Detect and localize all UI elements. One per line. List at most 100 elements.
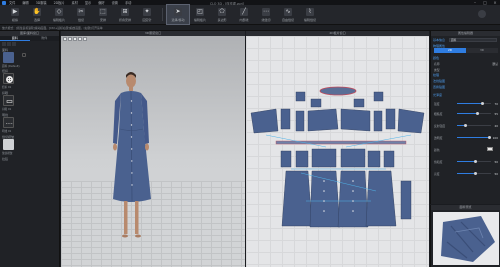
saturation-slider[interactable]	[457, 160, 492, 163]
puckering-caption: 缝纫褶皱	[2, 152, 13, 155]
hint-text: 放大模式：[按住鼠标滚轮]拖动画面，[Ctrl+鼠标右键]缩放画面，[右键]打开…	[2, 26, 103, 30]
topstitch-thumbnail[interactable]	[3, 117, 14, 128]
edit-pattern-icon: ◇	[55, 7, 63, 16]
tool-select-move[interactable]: ➤ 选择/移动	[166, 4, 190, 25]
prop-label: 透明度	[434, 135, 443, 140]
prop-label: 饱和度	[434, 159, 443, 164]
color-swatch[interactable]	[487, 147, 493, 151]
fabric-caption: 面料 (Default)	[2, 65, 20, 68]
tool-edit-pattern[interactable]: ◇ 编辑板片	[48, 5, 70, 24]
copy-icon[interactable]	[7, 42, 11, 46]
tool-sewing[interactable]: ✂ 缝纫	[70, 5, 92, 24]
fabric-thumbnail[interactable]	[3, 52, 14, 63]
line-sew-icon: ⋯	[262, 7, 270, 16]
avatar-with-dress[interactable]	[61, 31, 245, 267]
simulate-icon: ▶	[11, 7, 19, 16]
cursor-icon: ➤	[174, 7, 182, 16]
prop-row-type: 类型	[434, 67, 498, 72]
free-sew-icon: ∿	[284, 7, 292, 16]
pattern-pieces[interactable]	[246, 31, 429, 267]
app-logo	[2, 0, 6, 5]
section-color[interactable]: 颜色	[433, 56, 439, 60]
fabric-preview-panel: 面料预览	[430, 205, 500, 267]
buttonhole-icon	[6, 100, 13, 103]
add-icon[interactable]	[2, 42, 6, 46]
library-panel: 图库/面料窗口 面料 附件 面料 面料 (Default) 纽扣 纽扣 01 扣…	[0, 31, 60, 267]
fabric-name-field[interactable]: 面料	[449, 38, 497, 42]
buttonhole-thumbnail[interactable]	[3, 95, 14, 106]
intensity-slider[interactable]	[457, 102, 492, 105]
section-normal-map[interactable]: 法线贴图	[433, 79, 445, 83]
brightness-slider[interactable]	[457, 172, 492, 175]
tab-fabric[interactable]: 面料	[0, 36, 30, 41]
tool-label: 模拟	[11, 17, 18, 22]
tool-pattern[interactable]: ◰ 编辑板片	[189, 5, 211, 24]
prop-label: 反射强度	[434, 123, 446, 128]
section-basic-info: 基本信息	[433, 38, 446, 42]
prop-value[interactable]: 50	[494, 160, 498, 164]
internal-line-icon: ╱	[240, 7, 248, 16]
arrange-icon: ⬚	[99, 7, 107, 16]
tool-line-sew[interactable]: ⋯ 线缝纫	[255, 5, 277, 24]
tool-label: 选择/移动	[171, 17, 185, 22]
prop-value[interactable]: 100	[493, 136, 498, 140]
panel-title: 属性编辑器	[431, 31, 500, 36]
tool-label: 多边形	[217, 17, 227, 22]
buttonhole-caption: 扣眼 01	[2, 108, 12, 111]
topstitch-caption: 明线 01	[2, 130, 12, 133]
section-gloss[interactable]: 光泽度	[433, 93, 442, 97]
section-zipper: 拉链	[2, 157, 9, 161]
prop-label: 颜色	[434, 147, 440, 152]
tool-free-sew[interactable]: ∿ 自由缝纫	[277, 5, 299, 24]
tool-label: 自由缝纫	[281, 17, 294, 22]
fold-icon: ⊞	[121, 7, 129, 16]
tool-pin[interactable]: ✦ 固定针	[136, 5, 158, 24]
button-thumbnail[interactable]	[3, 73, 14, 84]
tool-edit-sew[interactable]: ⌇ 编辑缝纫	[299, 5, 321, 24]
prop-row-reflection: 反射强度 20	[434, 123, 498, 128]
tab-3d[interactable]: 3D	[466, 48, 498, 53]
section-displacement[interactable]: 置换贴图	[433, 85, 445, 89]
prop-row-name: 名称 默认	[434, 61, 498, 66]
tab-trims[interactable]: 附件	[30, 36, 60, 41]
opacity-slider[interactable]	[457, 136, 492, 139]
puckering-thumbnail[interactable]	[3, 139, 14, 150]
tool-label: 编辑板片	[193, 17, 206, 22]
expand-icon[interactable]	[22, 53, 26, 57]
prop-label: 类型	[434, 67, 440, 72]
tool-arrange[interactable]: ⬚ 安排	[92, 5, 114, 24]
prop-row-brightness: 亮度 50	[434, 171, 498, 176]
button-icon	[6, 76, 13, 83]
prop-row-roughness: 粗糙度 55	[434, 111, 498, 116]
tool-select[interactable]: ✋ 选择	[26, 5, 48, 24]
tool-internal-line[interactable]: ╱ 内部线	[233, 5, 255, 24]
section-texture[interactable]: 纹理	[433, 73, 439, 77]
prop-row-intensity: 强度 70	[434, 101, 498, 106]
edit-sew-icon: ⌇	[306, 7, 314, 16]
view-tabs: 2D 3D	[434, 48, 498, 53]
main-toolbar: ▶ 模拟 ✋ 选择 ◇ 编辑板片 ✂ 缝纫 ⬚ 安排 ⊞ 折叠安排 ✦ 固定针 ➤ 选择/移动 …	[0, 4, 500, 25]
tool-label: 线缝纫	[261, 17, 271, 22]
3d-garment-view[interactable]: 3D服装窗口	[61, 31, 245, 267]
prop-value[interactable]: 默认	[492, 62, 498, 66]
reflection-slider[interactable]	[457, 124, 492, 127]
fabric-preview-image[interactable]	[433, 212, 499, 265]
button-caption: 纽扣 01	[2, 86, 12, 89]
delete-icon[interactable]	[12, 42, 16, 46]
prop-value[interactable]: 20	[494, 124, 498, 128]
tool-label: 安排	[99, 17, 106, 22]
prop-label: 亮度	[434, 171, 440, 176]
tool-fold[interactable]: ⊞ 折叠安排	[114, 5, 136, 24]
select-icon: ✋	[33, 7, 41, 16]
prop-value[interactable]: 50	[494, 172, 498, 176]
pin-icon: ✦	[143, 7, 151, 16]
prop-value[interactable]: 70	[494, 102, 498, 106]
roughness-slider[interactable]	[457, 112, 492, 115]
prop-value[interactable]: 55	[494, 112, 498, 116]
tool-polygon[interactable]: ⬠ 多边形	[211, 5, 233, 24]
prop-row-saturation: 饱和度 50	[434, 159, 498, 164]
2d-pattern-view[interactable]: 2D板片窗口	[246, 31, 429, 267]
tool-simulate[interactable]: ▶ 模拟	[4, 5, 26, 24]
tab-2d[interactable]: 2D	[434, 48, 466, 53]
user-avatar-icon[interactable]	[478, 10, 486, 18]
